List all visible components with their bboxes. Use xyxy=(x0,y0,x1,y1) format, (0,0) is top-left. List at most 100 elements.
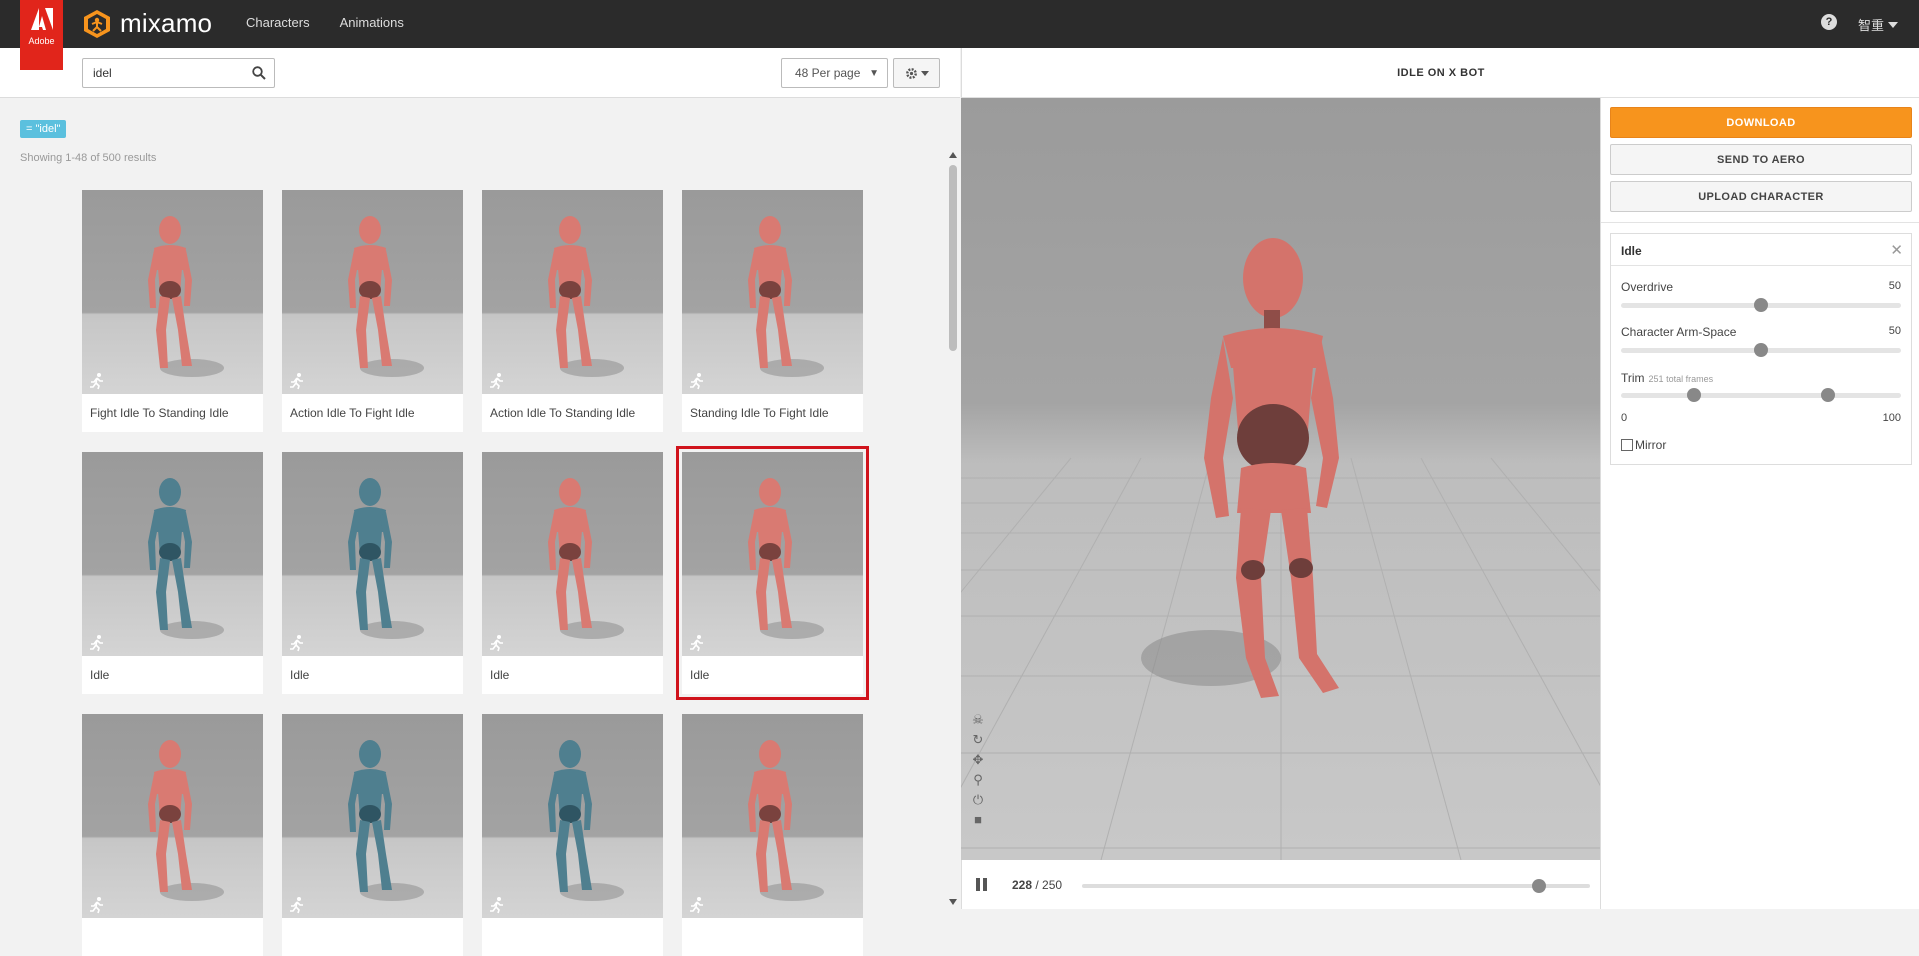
character-thumbnail xyxy=(348,740,424,901)
character-model xyxy=(1204,238,1339,698)
animation-card-label: Standing Idle To Fight Idle xyxy=(690,406,829,420)
chevron-down-icon xyxy=(1888,21,1899,28)
camera-icon[interactable]: ■ xyxy=(971,813,985,827)
animation-card-label: Idle xyxy=(690,668,710,682)
overdrive-knob[interactable] xyxy=(1754,298,1768,312)
trim-hint: 251 total frames xyxy=(1648,374,1714,384)
divider xyxy=(1601,222,1919,223)
animation-card[interactable]: Standing Idle To Fight Idle xyxy=(682,190,863,432)
animation-settings: Idle ✕ Overdrive 50 Character Arm-Space … xyxy=(1610,233,1912,465)
trim-slider[interactable] xyxy=(1621,388,1901,402)
side-panel: DOWNLOAD SEND TO AERO UPLOAD CHARACTER I… xyxy=(1600,98,1919,909)
animation-card-label: Action Idle To Fight Idle xyxy=(290,406,415,420)
armspace-slider[interactable] xyxy=(1621,343,1901,357)
animation-thumbnail xyxy=(82,452,263,656)
per-page-select[interactable]: 48 Per page ▼ xyxy=(781,58,888,88)
overdrive-label: Overdrive xyxy=(1621,280,1674,294)
animation-card-label: Idle xyxy=(290,668,310,682)
running-person-icon xyxy=(90,373,103,390)
animation-card[interactable]: Action Idle To Standing Idle xyxy=(482,190,663,432)
running-person-icon xyxy=(90,897,103,914)
scrollbar[interactable] xyxy=(946,98,960,909)
trim-min: 0 xyxy=(1621,412,1628,424)
frame-current: 228 xyxy=(1012,878,1033,892)
user-name: 智重 xyxy=(1858,18,1885,33)
trim-end-knob[interactable] xyxy=(1821,388,1836,402)
animation-thumbnail xyxy=(282,452,463,656)
running-person-icon xyxy=(90,635,103,652)
close-icon[interactable]: ✕ xyxy=(1890,241,1903,259)
timeline-slider[interactable] xyxy=(1082,879,1590,893)
trim-start-knob[interactable] xyxy=(1686,388,1701,402)
rotate-icon[interactable]: ↻ xyxy=(971,733,985,747)
scroll-up-icon[interactable] xyxy=(949,152,957,158)
3d-viewport[interactable]: ☠ ↻ ✥ ⚲ ⏻ ■ xyxy=(961,98,1600,860)
settings-dropdown-button[interactable] xyxy=(893,58,940,88)
trim-label-text: Trim xyxy=(1621,371,1645,385)
download-button[interactable]: DOWNLOAD xyxy=(1610,107,1912,138)
animation-thumbnail xyxy=(482,714,663,918)
search-icon[interactable] xyxy=(252,66,266,80)
running-person-icon xyxy=(490,373,503,390)
armspace-label: Character Arm-Space xyxy=(1621,325,1737,339)
animation-card-label: Fight Idle To Standing Idle xyxy=(90,406,229,420)
running-person-icon xyxy=(490,897,503,914)
timeline-handle[interactable] xyxy=(1532,879,1547,893)
logo-text: mixamo xyxy=(120,8,213,38)
send-to-aero-button[interactable]: SEND TO AERO xyxy=(1610,144,1912,175)
main-nav: Characters Animations xyxy=(246,15,404,30)
pause-icon[interactable] xyxy=(976,878,988,891)
animation-card[interactable]: Idle xyxy=(82,452,263,694)
scroll-thumb[interactable] xyxy=(949,165,957,351)
animation-thumbnail xyxy=(82,190,263,394)
animation-card[interactable] xyxy=(82,714,263,956)
animation-thumbnail xyxy=(282,714,463,918)
reset-icon[interactable]: ⏻ xyxy=(971,793,985,807)
character-thumbnail xyxy=(148,216,224,377)
user-menu[interactable]: 智重 xyxy=(1858,15,1899,34)
mixamo-icon xyxy=(84,9,110,38)
animation-thumbnail xyxy=(682,190,863,394)
animation-thumbnail xyxy=(682,452,863,656)
overdrive-slider[interactable] xyxy=(1621,298,1901,312)
mirror-option[interactable]: Mirror xyxy=(1621,438,1666,452)
help-icon[interactable]: ? xyxy=(1821,14,1837,30)
move-icon[interactable]: ✥ xyxy=(971,753,985,767)
animation-card[interactable]: Idle xyxy=(482,452,663,694)
animation-card[interactable] xyxy=(682,714,863,956)
skeleton-icon[interactable]: ☠ xyxy=(971,713,985,727)
running-person-icon xyxy=(290,635,303,652)
running-person-icon xyxy=(290,373,303,390)
upload-character-button[interactable]: UPLOAD CHARACTER xyxy=(1610,181,1912,212)
running-person-icon xyxy=(290,897,303,914)
adobe-logo[interactable]: Adobe xyxy=(20,0,63,70)
zoom-icon[interactable]: ⚲ xyxy=(971,773,985,787)
nav-characters[interactable]: Characters xyxy=(246,15,310,30)
search-input[interactable] xyxy=(83,59,243,87)
character-thumbnail xyxy=(548,216,624,377)
animation-card[interactable]: Idle xyxy=(676,446,869,700)
filter-tag[interactable]: = "idel" xyxy=(20,120,67,138)
gear-icon xyxy=(905,67,917,79)
character-thumbnail xyxy=(748,740,824,901)
adobe-label: Adobe xyxy=(28,36,55,46)
mixamo-logo[interactable]: mixamo xyxy=(82,8,212,39)
mirror-checkbox[interactable] xyxy=(1621,439,1633,451)
character-thumbnail xyxy=(148,740,224,901)
results-count: Showing 1-48 of 500 results xyxy=(20,152,157,164)
animation-card[interactable]: Idle xyxy=(282,452,463,694)
animation-card[interactable] xyxy=(482,714,663,956)
running-person-icon xyxy=(690,897,703,914)
running-person-icon xyxy=(690,373,703,390)
animation-card[interactable]: Action Idle To Fight Idle xyxy=(282,190,463,432)
character-thumbnail xyxy=(548,740,624,901)
animation-card[interactable] xyxy=(282,714,463,956)
scroll-down-icon[interactable] xyxy=(949,899,957,905)
armspace-knob[interactable] xyxy=(1754,343,1768,357)
search-box xyxy=(82,58,275,88)
nav-animations[interactable]: Animations xyxy=(340,15,404,30)
character-thumbnail xyxy=(748,478,824,639)
select-caret-icon: ▼ xyxy=(869,68,879,79)
animation-browser: 48 Per page ▼ = "idel" Showing 1-48 of 5… xyxy=(0,48,960,956)
animation-card[interactable]: Fight Idle To Standing Idle xyxy=(82,190,263,432)
